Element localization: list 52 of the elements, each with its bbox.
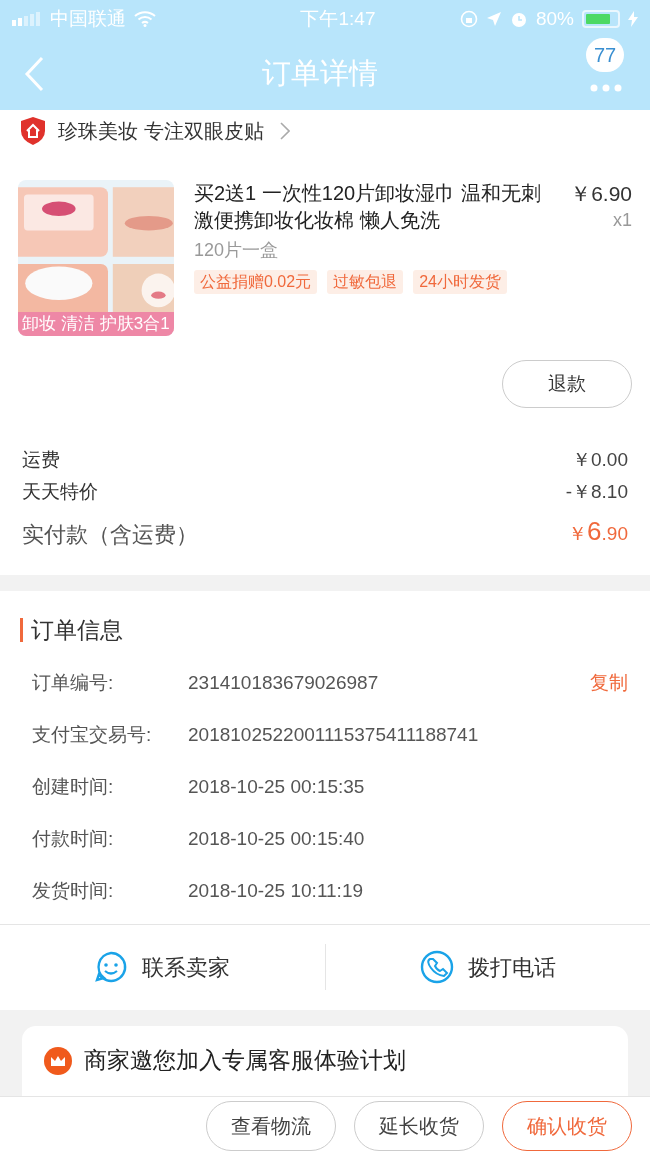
battery-icon bbox=[582, 10, 620, 28]
status-time: 下午1:47 bbox=[300, 6, 376, 31]
product-variant: 120片一盒 bbox=[194, 239, 280, 262]
fee-value: ￥0.00 bbox=[572, 448, 628, 472]
product-quantity: x1 bbox=[613, 209, 632, 232]
more-button[interactable] bbox=[588, 82, 624, 94]
product-title: 买2送1 一次性120片卸妆湿巾 温和无刺激便携卸妆化妆棉 懒人免洗 bbox=[194, 181, 542, 233]
more-icon bbox=[590, 84, 622, 92]
back-icon bbox=[24, 56, 44, 92]
total-label: 实付款（含运费） bbox=[22, 521, 198, 549]
rotation-lock-icon bbox=[459, 10, 478, 28]
wifi-icon bbox=[134, 11, 156, 27]
product-tag: 过敏包退 bbox=[327, 270, 404, 294]
call-button[interactable]: 拨打电话 bbox=[419, 944, 556, 990]
crown-icon bbox=[44, 1046, 72, 1075]
action-button[interactable]: 延长收货 bbox=[354, 1101, 484, 1152]
battery-percent: 80% bbox=[535, 6, 574, 31]
promo-text: 商家邀您加入专属客服体验计划 bbox=[84, 1046, 406, 1076]
shop-shield-icon bbox=[20, 116, 46, 146]
info-value: 231410183679026987 bbox=[188, 671, 380, 696]
image-caption: 卸妆 清洁 护肤3合1 bbox=[18, 312, 174, 336]
info-value: 2018-10-25 10:11:19 bbox=[188, 879, 365, 904]
alarm-icon bbox=[509, 10, 528, 28]
carrier-name: 中国联通 bbox=[50, 6, 126, 31]
section-title: 订单信息 bbox=[31, 616, 123, 645]
fee-label: 运费 bbox=[22, 448, 60, 472]
info-label: 发货时间: bbox=[32, 879, 115, 904]
info-value: 2018102522001115375411188741 bbox=[188, 723, 480, 748]
info-label: 付款时间: bbox=[32, 827, 115, 852]
smiley-chat-icon bbox=[94, 950, 129, 984]
signal-icon bbox=[12, 12, 42, 26]
chevron-right-icon bbox=[279, 122, 290, 140]
charging-icon bbox=[628, 11, 638, 27]
action-button[interactable]: 查看物流 bbox=[206, 1101, 336, 1152]
fee-label: 天天特价 bbox=[22, 480, 98, 504]
product-tag: 公益捐赠0.02元 bbox=[194, 270, 318, 294]
shop-name-link[interactable]: 珍珠美妆 专注双眼皮贴 bbox=[58, 116, 290, 146]
total-amount: ￥6.90 bbox=[568, 515, 628, 548]
info-value: 2018-10-25 00:15:35 bbox=[188, 775, 366, 800]
info-label: 订单编号: bbox=[32, 671, 115, 696]
location-icon bbox=[485, 11, 502, 27]
phone-icon bbox=[419, 950, 454, 984]
info-label: 支付宝交易号: bbox=[32, 723, 153, 748]
product-price: ￥6.90 bbox=[570, 181, 632, 207]
page-title: 订单详情 bbox=[262, 56, 378, 92]
info-value: 2018-10-25 00:15:40 bbox=[188, 827, 366, 852]
contact-seller-button[interactable]: 联系卖家 bbox=[94, 944, 231, 990]
promo-card[interactable]: 商家邀您加入专属客服体验计划 bbox=[22, 1025, 628, 1096]
message-count-badge: 77 bbox=[586, 38, 625, 72]
product-tag: 24小时发货 bbox=[413, 270, 507, 294]
info-label: 创建时间: bbox=[32, 775, 115, 800]
fee-value: -￥8.10 bbox=[565, 480, 628, 504]
